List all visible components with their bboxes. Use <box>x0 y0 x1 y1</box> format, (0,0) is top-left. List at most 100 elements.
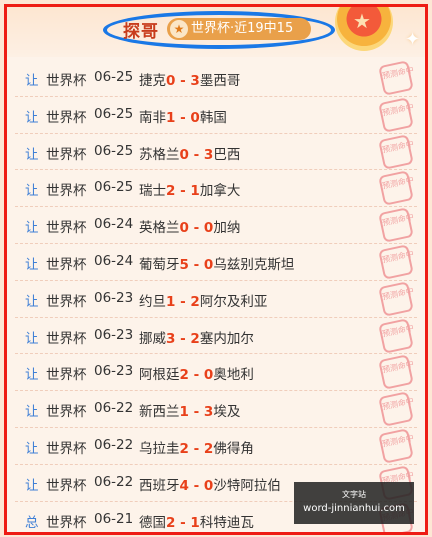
league-name: 世界杯 <box>46 404 87 421</box>
league-name: 世界杯 <box>46 183 87 200</box>
score-separator: - <box>188 220 204 237</box>
home-score: 0 <box>179 146 189 163</box>
score-separator: - <box>188 440 204 457</box>
score-separator: - <box>175 514 191 531</box>
away-score: 0 <box>203 477 214 494</box>
bet-type-tag: 让 <box>25 109 39 126</box>
away-team: 加纳 <box>213 220 241 237</box>
hit-stamp-icon: 预测命中 <box>378 391 415 427</box>
match-result: 南非1 - 0韩国 <box>139 106 227 126</box>
home-team: 苏格兰 <box>139 146 180 163</box>
bet-type-tag: 让 <box>25 293 39 310</box>
away-score: 0 <box>190 109 200 126</box>
match-date: 06-25 <box>94 179 134 196</box>
away-team: 塞内加尔 <box>199 330 254 347</box>
match-row[interactable]: 让世界杯 06-25 南非1 - 0韩国 预测命中 <box>15 97 417 134</box>
away-score: 3 <box>203 404 214 421</box>
match-date: 06-22 <box>94 436 134 453</box>
match-result: 英格兰0 - 0加纳 <box>139 216 240 236</box>
match-row[interactable]: 让世界杯 06-24 英格兰0 - 0加纳 预测命中 <box>15 207 417 244</box>
match-date: 06-21 <box>94 510 134 527</box>
match-date: 06-25 <box>94 69 134 85</box>
match-row[interactable]: 让世界杯 06-25 捷克0 - 3墨西哥 预测命中 <box>15 60 417 97</box>
match-result: 阿根廷2 - 0奥地利 <box>139 363 254 383</box>
match-row[interactable]: 让世界杯 06-23 挪威3 - 2塞内加尔 预测命中 <box>15 317 417 355</box>
match-row[interactable]: 让世界杯 06-22 新西兰1 - 3埃及 预测命中 <box>15 391 417 428</box>
score-separator: - <box>188 404 204 421</box>
home-score: 1 <box>166 293 176 310</box>
away-team: 埃及 <box>213 404 241 421</box>
league-name: 世界杯 <box>46 514 87 531</box>
away-score: 2 <box>190 293 200 310</box>
score-separator: - <box>188 367 204 384</box>
prediction-card: 探哥 ★ 世界杯·近19中15 ★ ✦ 让世界杯 06-25 捷克0 - 3墨西哥预… <box>4 4 428 535</box>
match-date: 06-24 <box>94 216 134 233</box>
bet-type-tag: 让 <box>25 183 39 200</box>
away-score: 2 <box>190 330 200 347</box>
away-team: 沙特阿拉伯 <box>213 477 281 494</box>
match-result: 德国2 - 1科特迪瓦 <box>139 511 254 531</box>
home-team: 约旦 <box>139 293 166 310</box>
bet-type-tag: 让 <box>25 220 39 237</box>
away-score: 0 <box>203 220 214 237</box>
hit-stamp-icon: 预测命中 <box>378 97 415 133</box>
match-list: 让世界杯 06-25 捷克0 - 3墨西哥 预测命中让世界杯 06-25 南非1 - 0韩… <box>15 60 417 532</box>
medal-star-icon: ★ <box>353 9 371 33</box>
match-row[interactable]: 让世界杯 06-25 瑞士2 - 1加拿大 预测命中 <box>15 170 417 208</box>
bet-type-tag: 让 <box>25 146 39 163</box>
hit-stamp-icon: 预测命中 <box>378 317 415 354</box>
home-team: 西班牙 <box>139 477 180 494</box>
away-team: 佛得角 <box>213 440 254 457</box>
home-team: 瑞士 <box>139 183 166 200</box>
match-row[interactable]: 让世界杯 06-24 葡萄牙5 - 0乌兹别克斯坦 预测命中 <box>15 244 417 281</box>
sparkle-icon: ✦ <box>405 29 421 50</box>
home-team: 捷克 <box>139 73 166 89</box>
star-icon: ★ <box>170 20 188 38</box>
away-score: 3 <box>190 73 200 89</box>
league-name: 世界杯 <box>46 330 87 347</box>
home-team: 新西兰 <box>139 404 180 421</box>
bet-type-tag: 让 <box>25 404 39 421</box>
home-score: 1 <box>179 404 189 421</box>
away-score: 0 <box>203 256 214 273</box>
home-team: 阿根廷 <box>139 367 180 384</box>
match-result: 瑞士2 - 1加拿大 <box>139 179 240 199</box>
match-row[interactable]: 让世界杯 06-23 约旦1 - 2阿尔及利亚 预测命中 <box>15 280 417 318</box>
hit-stamp-icon: 预测命中 <box>378 60 415 96</box>
record-badge[interactable]: ★ 世界杯·近19中15 <box>167 18 311 40</box>
match-row[interactable]: 让世界杯 06-25 苏格兰0 - 3巴西 预测命中 <box>15 133 417 171</box>
match-date: 06-23 <box>94 326 134 343</box>
watermark-url: word-jinnianhui.com <box>303 503 405 514</box>
bet-type-tag: 让 <box>25 367 39 384</box>
score-separator: - <box>188 256 204 273</box>
home-score: 2 <box>166 183 176 200</box>
home-score: 4 <box>179 477 189 494</box>
match-row[interactable]: 让世界杯 06-22 乌拉圭2 - 2佛得角 预测命中 <box>15 428 417 465</box>
away-team: 乌兹别克斯坦 <box>213 256 295 273</box>
match-result: 苏格兰0 - 3巴西 <box>139 143 240 163</box>
away-score: 1 <box>190 514 200 531</box>
bet-type-tag: 总 <box>25 514 39 531</box>
hit-stamp-icon: 预测命中 <box>378 280 415 317</box>
home-score: 2 <box>179 367 189 384</box>
away-team: 墨西哥 <box>199 73 241 89</box>
away-team: 科特迪瓦 <box>199 514 254 531</box>
match-date: 06-23 <box>94 363 134 380</box>
home-score: 3 <box>166 330 176 347</box>
bet-type-tag: 让 <box>25 330 39 347</box>
league-name: 世界杯 <box>46 73 87 89</box>
home-team: 德国 <box>139 514 166 531</box>
hit-stamp-icon: 预测命中 <box>378 207 415 243</box>
bet-type-tag: 让 <box>25 477 39 494</box>
league-name: 世界杯 <box>46 146 87 163</box>
home-team: 南非 <box>139 109 166 126</box>
away-team: 奥地利 <box>213 367 254 384</box>
match-row[interactable]: 让世界杯 06-23 阿根廷2 - 0奥地利 预测命中 <box>15 354 417 392</box>
match-date: 06-22 <box>94 473 134 490</box>
medal-icon: ★ <box>335 7 393 51</box>
home-score: 2 <box>179 440 189 457</box>
score-separator: - <box>175 293 191 310</box>
match-date: 06-23 <box>94 289 134 306</box>
hit-stamp-icon: 预测命中 <box>378 354 415 391</box>
league-name: 世界杯 <box>46 220 87 237</box>
